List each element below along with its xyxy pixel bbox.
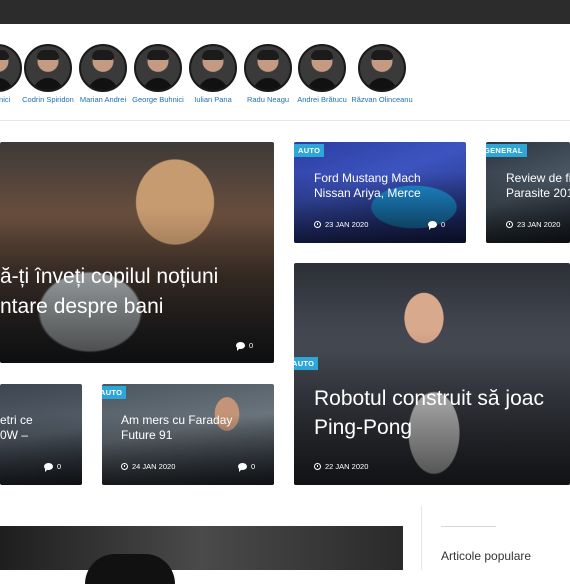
article-title[interactable]: Ford Mustang Mach Nissan Ariya, Merce bbox=[314, 171, 421, 201]
comment-count: 0 bbox=[236, 341, 254, 351]
comment-count: 0 bbox=[428, 220, 446, 230]
author-item[interactable]: Răzvan Olinceanu bbox=[347, 44, 417, 104]
article-title-line[interactable]: Review de fi bbox=[506, 171, 570, 186]
popular-articles-heading: Articole populare bbox=[441, 549, 532, 563]
article-title-line[interactable]: ntare despre bani bbox=[0, 292, 218, 322]
article-date-value: 23 JAN 2020 bbox=[517, 220, 561, 229]
author-avatar[interactable] bbox=[189, 44, 237, 92]
comment-icon bbox=[44, 463, 53, 472]
author-avatar[interactable] bbox=[244, 44, 292, 92]
comment-icon bbox=[428, 221, 437, 230]
article-image[interactable] bbox=[0, 526, 403, 584]
comment-count: 0 bbox=[238, 462, 256, 472]
category-tag[interactable]: AUTO bbox=[102, 386, 127, 399]
article-title-line[interactable]: Parasite 201 bbox=[506, 186, 570, 201]
clock-icon bbox=[121, 463, 128, 470]
article-title-line[interactable]: Future 91 bbox=[121, 428, 232, 443]
article-title-line[interactable]: Ford Mustang Mach bbox=[314, 171, 421, 186]
category-tag[interactable]: GENERAL bbox=[486, 144, 527, 157]
category-tag[interactable]: AUTO bbox=[294, 144, 325, 157]
author-name[interactable]: Răzvan Olinceanu bbox=[347, 95, 417, 104]
comment-count-value: 0 bbox=[57, 462, 62, 471]
article-title-line[interactable]: Ping-Pong bbox=[314, 413, 544, 442]
article-title-line[interactable]: ă-ți înveți copilul noțiuni bbox=[0, 262, 218, 292]
comment-icon bbox=[236, 342, 245, 351]
clock-icon bbox=[314, 463, 321, 470]
article-date-value: 23 JAN 2020 bbox=[325, 220, 369, 229]
comment-count-value: 0 bbox=[251, 462, 256, 471]
article-date: 23 JAN 2020 bbox=[506, 220, 560, 229]
article-date: 22 JAN 2020 bbox=[314, 462, 368, 471]
author-avatar[interactable] bbox=[134, 44, 182, 92]
article-card[interactable]: GENERAL Review de fi Parasite 201 23 JAN… bbox=[486, 142, 570, 243]
category-tag[interactable]: AUTO bbox=[294, 357, 319, 370]
top-navigation-bar bbox=[0, 0, 570, 24]
authors-strip: Buhnici Codrin Spiridon Marian Andrei Ge… bbox=[0, 24, 570, 121]
article-date: 24 JAN 2020 bbox=[121, 462, 175, 471]
article-title[interactable]: Review de fi Parasite 201 bbox=[506, 171, 570, 201]
article-card[interactable]: etri ce 0W – 0 bbox=[0, 384, 82, 485]
comment-count-value: 0 bbox=[441, 220, 446, 229]
author-avatar[interactable] bbox=[358, 44, 406, 92]
article-title-line[interactable]: etri ce bbox=[0, 413, 33, 428]
article-card[interactable]: AUTO Am mers cu Faraday Future 91 24 JAN… bbox=[102, 384, 274, 485]
article-title[interactable]: Am mers cu Faraday Future 91 bbox=[121, 413, 232, 443]
article-title-line[interactable]: Am mers cu Faraday bbox=[121, 413, 232, 428]
comment-count-value: 0 bbox=[249, 341, 254, 350]
featured-article-card[interactable]: AUTO Robotul construit să joac Ping-Pong… bbox=[294, 263, 570, 485]
article-title-line[interactable]: Robotul construit să joac bbox=[314, 384, 544, 413]
article-card[interactable]: AUTO Ford Mustang Mach Nissan Ariya, Mer… bbox=[294, 142, 466, 243]
article-title-line[interactable]: 0W – bbox=[0, 428, 33, 443]
featured-article-card[interactable]: ă-ți înveți copilul noțiuni ntare despre… bbox=[0, 142, 274, 363]
sidebar-divider bbox=[421, 506, 422, 570]
article-title-line[interactable]: Nissan Ariya, Merce bbox=[314, 186, 421, 201]
article-title[interactable]: ă-ți înveți copilul noțiuni ntare despre… bbox=[0, 262, 218, 322]
author-avatar[interactable] bbox=[79, 44, 127, 92]
article-title[interactable]: etri ce 0W – bbox=[0, 413, 33, 443]
comment-icon bbox=[238, 463, 247, 472]
author-avatar[interactable] bbox=[24, 44, 72, 92]
sidebar-rule bbox=[441, 526, 496, 527]
article-date: 23 JAN 2020 bbox=[314, 220, 368, 229]
article-date-value: 22 JAN 2020 bbox=[325, 462, 369, 471]
clock-icon bbox=[314, 221, 321, 228]
article-title[interactable]: Robotul construit să joac Ping-Pong bbox=[314, 384, 544, 442]
article-date-value: 24 JAN 2020 bbox=[132, 462, 176, 471]
comment-count: 0 bbox=[44, 462, 62, 472]
author-avatar[interactable] bbox=[298, 44, 346, 92]
clock-icon bbox=[506, 221, 513, 228]
